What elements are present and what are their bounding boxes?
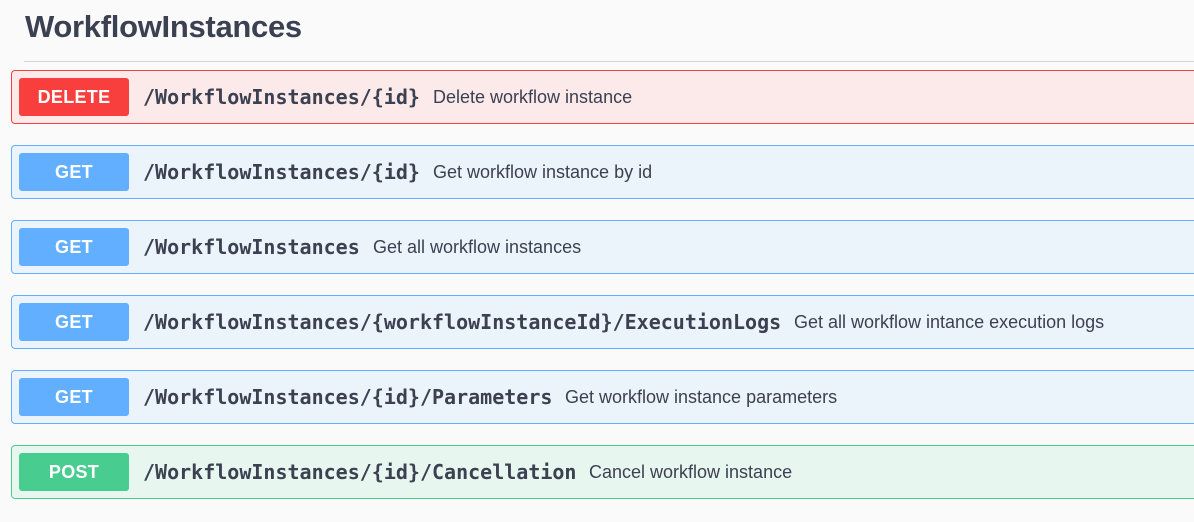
method-badge-get: GET (19, 228, 129, 266)
operation-summary: Get workflow instance parameters (565, 387, 838, 407)
operation-delete-workflow-instance[interactable]: DELETE /WorkflowInstances/{id} Delete wo… (11, 70, 1194, 124)
operation-path: /WorkflowInstances/{id} (143, 160, 420, 184)
operation-get-workflow-instance-parameters[interactable]: GET /WorkflowInstances/{id}/Parameters G… (11, 370, 1194, 424)
method-badge-get: GET (19, 378, 129, 416)
operation-get-workflow-instance-by-id[interactable]: GET /WorkflowInstances/{id} Get workflow… (11, 145, 1194, 199)
operation-post-cancellation[interactable]: POST /WorkflowInstances/{id}/Cancellatio… (11, 445, 1194, 499)
operation-summary: Get all workflow intance execution logs (794, 312, 1105, 332)
operation-summary: Cancel workflow instance (589, 462, 793, 482)
operation-path: /WorkflowInstances/{id}/Cancellation (143, 460, 577, 484)
method-badge-post: POST (19, 453, 129, 491)
operation-path: /WorkflowInstances/{id}/Parameters (143, 385, 553, 409)
operation-summary: Get workflow instance by id (433, 162, 653, 182)
method-badge-get: GET (19, 153, 129, 191)
operation-get-all-workflow-instances[interactable]: GET /WorkflowInstances Get all workflow … (11, 220, 1194, 274)
operation-path: /WorkflowInstances (143, 235, 360, 259)
method-badge-get: GET (19, 303, 129, 341)
operation-get-execution-logs[interactable]: GET /WorkflowInstances/{workflowInstance… (11, 295, 1194, 349)
operation-summary: Get all workflow instances (373, 237, 582, 257)
operation-path: /WorkflowInstances/{id} (143, 85, 420, 109)
method-badge-delete: DELETE (19, 78, 129, 116)
operation-summary: Delete workflow instance (433, 87, 633, 107)
section-title[interactable]: WorkflowInstances (25, 9, 302, 45)
section-header[interactable]: WorkflowInstances (24, 0, 1194, 62)
operation-path: /WorkflowInstances/{workflowInstanceId}/… (143, 310, 782, 334)
